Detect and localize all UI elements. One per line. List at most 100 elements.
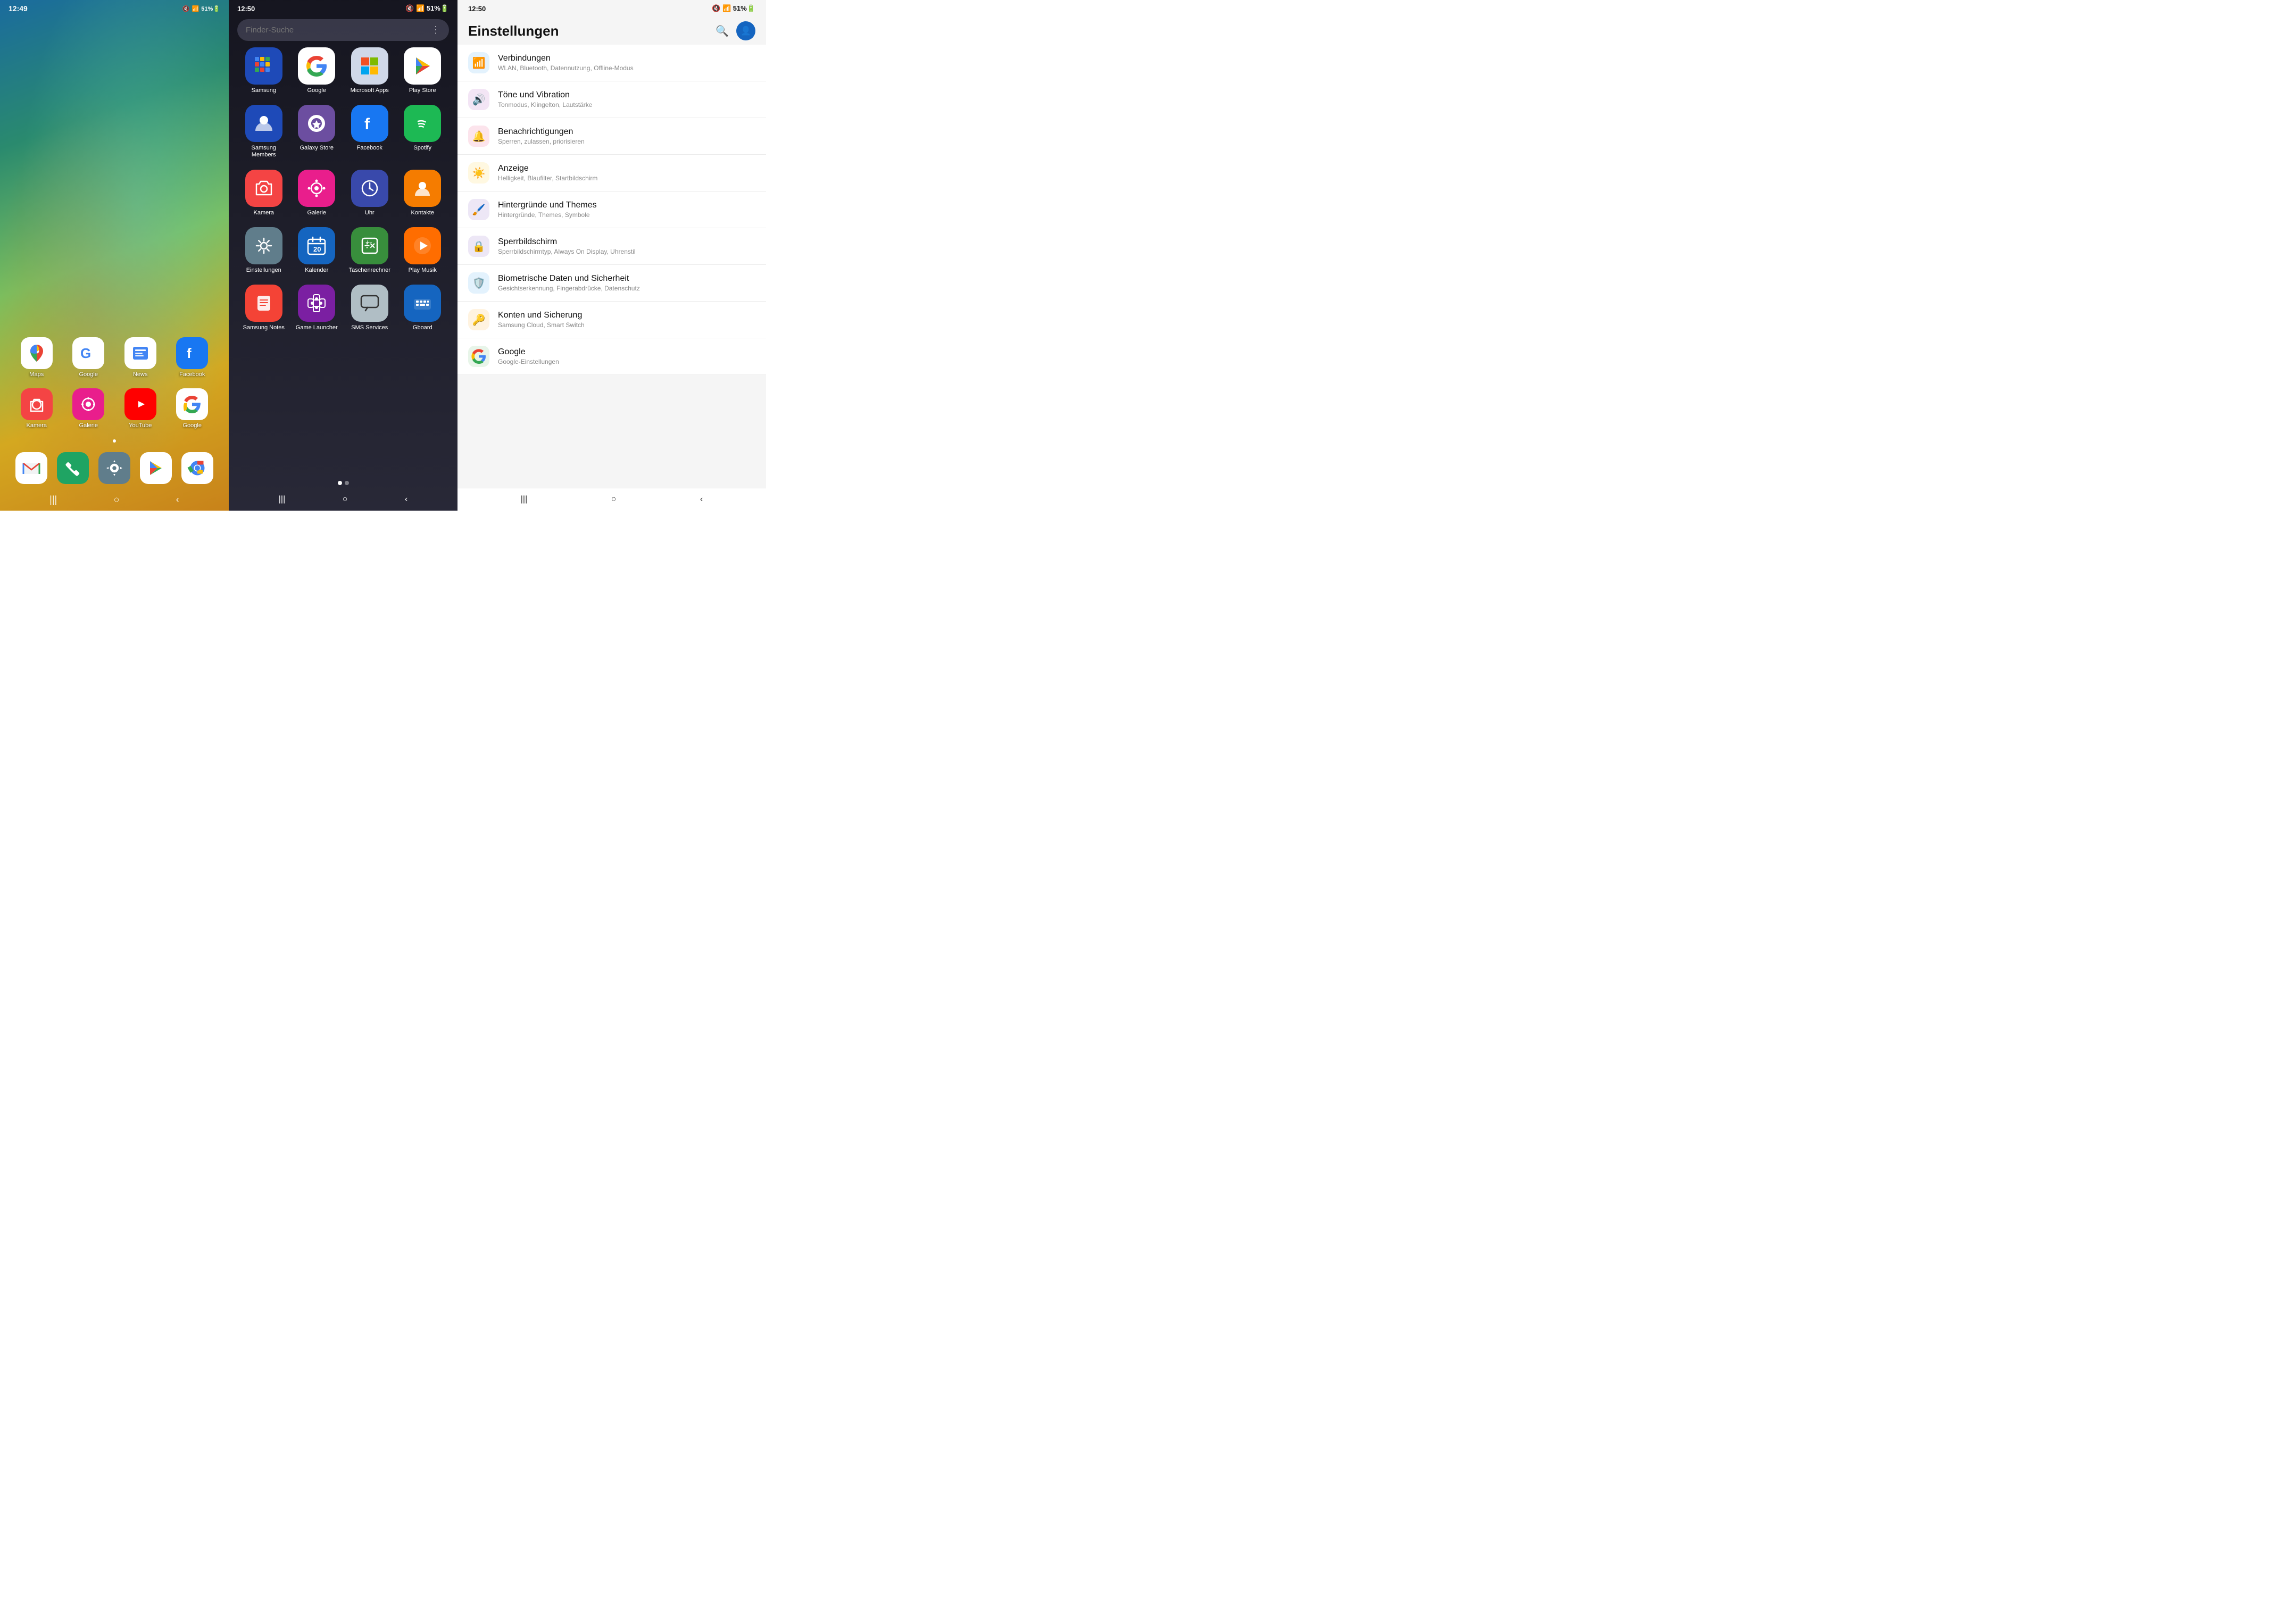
drawer-search-bar[interactable]: ⋮ (237, 19, 449, 41)
drawer-app-notes[interactable]: Samsung Notes (243, 285, 285, 331)
kamera-drawer-icon (245, 170, 282, 207)
drawer-app-playstore[interactable]: Play Store (401, 47, 444, 94)
drawer-home-btn[interactable]: ○ (343, 495, 348, 504)
settings-header: Einstellungen 🔍 👤 (457, 15, 766, 45)
drawer-app-rechner[interactable]: ÷×+- Taschenrechner (348, 227, 391, 274)
spotify-label: Spotify (413, 145, 431, 152)
app-drawer: 12:50 🔇 📶 51%🔋 ⋮ Samsung (229, 0, 457, 511)
drawer-search-menu[interactable]: ⋮ (431, 24, 440, 36)
maps-label: Maps (29, 371, 44, 378)
dock-phone[interactable] (57, 452, 89, 484)
recents-button[interactable]: ||| (49, 494, 57, 505)
lockscreen-text: Sperrbildschirm Sperrbildschirmtyp, Alwa… (498, 237, 755, 255)
playstore-drawer-icon (404, 47, 441, 85)
settings-search-button[interactable]: 🔍 (716, 24, 729, 38)
play-musik-icon (404, 227, 441, 264)
home-app-facebook[interactable]: f Facebook (176, 337, 208, 378)
gboard-label: Gboard (413, 324, 432, 331)
drawer-app-samsung[interactable]: Samsung (243, 47, 285, 94)
dock-playstore[interactable] (140, 452, 172, 484)
notes-label: Samsung Notes (243, 324, 285, 331)
settings-item-tone[interactable]: 🔊 Töne und Vibration Tonmodus, Klingelto… (457, 81, 766, 118)
spotify-icon (404, 105, 441, 142)
drawer-app-uhr[interactable]: Uhr (348, 170, 391, 216)
drawer-row-3: Kamera Galerie Uhr (237, 170, 449, 216)
kalender-label: Kalender (305, 267, 328, 274)
home-app-kamera[interactable]: Kamera (21, 388, 53, 429)
accounts-icon-wrap: 🔑 (468, 309, 489, 330)
drawer-recents-btn[interactable]: ||| (279, 495, 285, 504)
einstellungen-drawer-icon (245, 227, 282, 264)
settings-recents-btn[interactable]: ||| (521, 495, 527, 504)
drawer-app-game[interactable]: Game Launcher (295, 285, 338, 331)
settings-account-avatar[interactable]: 👤 (736, 21, 755, 40)
home-app-maps[interactable]: Maps (21, 337, 53, 378)
kamera-icon-wrap (21, 388, 53, 420)
home-app-google2[interactable]: Google (176, 388, 208, 429)
drawer-back-btn[interactable]: ‹ (405, 495, 407, 504)
drawer-app-einstellungen[interactable]: Einstellungen (243, 227, 285, 274)
wifi-icon: 📶 (192, 5, 199, 12)
avatar-icon: 👤 (741, 26, 751, 36)
back-button[interactable]: ‹ (176, 494, 179, 505)
drawer-app-spotify[interactable]: Spotify (401, 105, 444, 159)
google2-label: Google (183, 422, 202, 429)
google-settings-icon-wrap (468, 346, 489, 367)
notif-text: Benachrichtigungen Sperren, zulassen, pr… (498, 127, 755, 145)
settings-item-display[interactable]: ☀️ Anzeige Helligkeit, Blaufilter, Start… (457, 155, 766, 191)
biometrics-text: Biometrische Daten und Sicherheit Gesich… (498, 274, 755, 292)
settings-item-notifications[interactable]: 🔔 Benachrichtigungen Sperren, zulassen, … (457, 118, 766, 155)
drawer-app-kontakte[interactable]: Kontakte (401, 170, 444, 216)
dock-settings[interactable] (98, 452, 130, 484)
settings-status-icons: 🔇 📶 51%🔋 (712, 4, 755, 13)
drawer-app-gboard[interactable]: Gboard (401, 285, 444, 331)
notif-title: Benachrichtigungen (498, 127, 755, 137)
settings-item-biometrics[interactable]: 🛡️ Biometrische Daten und Sicherheit Ges… (457, 265, 766, 302)
settings-item-lockscreen[interactable]: 🔒 Sperrbildschirm Sperrbildschirmtyp, Al… (457, 228, 766, 265)
play-musik-label: Play Musik (409, 267, 437, 274)
settings-home-btn[interactable]: ○ (611, 495, 617, 504)
kontakte-label: Kontakte (411, 210, 434, 216)
drawer-app-galerie[interactable]: Galerie (295, 170, 338, 216)
drawer-app-sms[interactable]: SMS Services (348, 285, 391, 331)
settings-item-verbindungen[interactable]: 📶 Verbindungen WLAN, Bluetooth, Datennut… (457, 45, 766, 81)
drawer-app-google[interactable]: Google (295, 47, 338, 94)
home-button[interactable]: ○ (114, 494, 120, 505)
drawer-app-play-musik[interactable]: Play Musik (401, 227, 444, 274)
sms-icon (351, 285, 388, 322)
settings-icon (98, 452, 130, 484)
home-app-galerie[interactable]: Galerie (72, 388, 104, 429)
settings-item-accounts[interactable]: 🔑 Konten und Sicherung Samsung Cloud, Sm… (457, 302, 766, 338)
drawer-app-kamera[interactable]: Kamera (243, 170, 285, 216)
maps-icon-wrap (21, 337, 53, 369)
drawer-page-dots (229, 478, 457, 488)
settings-item-wallpaper[interactable]: 🖌️ Hintergründe und Themes Hintergründe,… (457, 191, 766, 228)
lock-icon-wrap: 🔒 (468, 236, 489, 257)
svg-text:G: G (80, 345, 91, 361)
home-app-news[interactable]: News (124, 337, 156, 378)
home-app-google[interactable]: G Google (72, 337, 104, 378)
settings-item-google[interactable]: Google Google-Einstellungen (457, 338, 766, 375)
samsung-icon (245, 47, 282, 85)
lock-settings-icon: 🔒 (472, 240, 486, 253)
drawer-app-microsoft[interactable]: Microsoft Apps (348, 47, 391, 94)
google-drawer-icon (298, 47, 335, 85)
dock-gmail[interactable] (15, 452, 47, 484)
drawer-app-facebook[interactable]: f Facebook (348, 105, 391, 159)
display-icon-wrap: ☀️ (468, 162, 489, 184)
settings-back-btn[interactable]: ‹ (700, 495, 703, 504)
dock-chrome[interactable] (181, 452, 213, 484)
drawer-app-samsung-members[interactable]: Samsung Members (243, 105, 285, 159)
drawer-search-input[interactable] (246, 26, 431, 35)
rechner-label: Taschenrechner (349, 267, 390, 274)
settings-wifi-icon: 📶 (722, 4, 731, 12)
home-row-2: Kamera Galerie YouTube (11, 388, 218, 429)
facebook-drawer-label: Facebook (357, 145, 382, 152)
drawer-app-kalender[interactable]: 20 Kalender (295, 227, 338, 274)
settings-navigation: ||| ○ ‹ (457, 488, 766, 511)
drawer-app-galaxy-store[interactable]: Galaxy Store (295, 105, 338, 159)
home-app-youtube[interactable]: YouTube (124, 388, 156, 429)
gboard-icon (404, 285, 441, 322)
home-row-1: Maps G Google News f Facebook (11, 337, 218, 378)
google-settings-title: Google (498, 347, 755, 357)
